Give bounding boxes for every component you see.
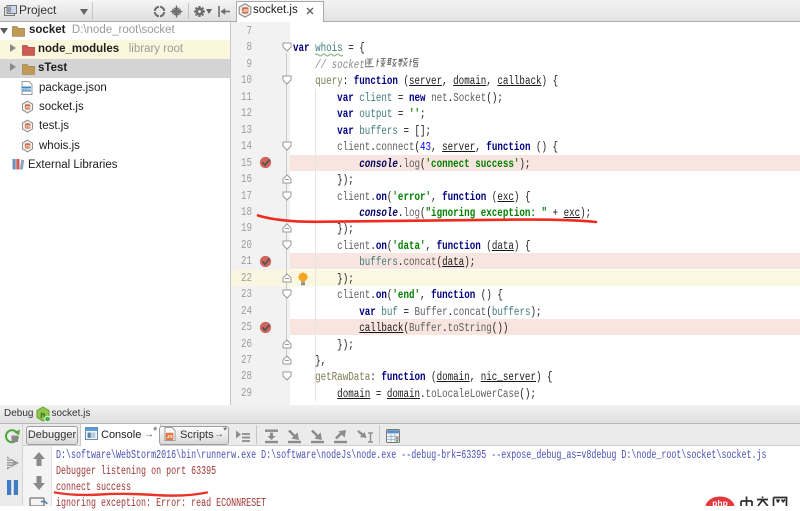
svg-text:JS: JS	[242, 8, 248, 13]
svg-text:JS: JS	[25, 123, 30, 128]
svg-text:JS: JS	[25, 104, 30, 109]
svg-text:JS: JS	[167, 434, 174, 440]
svg-text:php: php	[712, 498, 728, 506]
svg-text:JSON: JSON	[21, 87, 31, 91]
svg-text:JS: JS	[25, 143, 30, 148]
